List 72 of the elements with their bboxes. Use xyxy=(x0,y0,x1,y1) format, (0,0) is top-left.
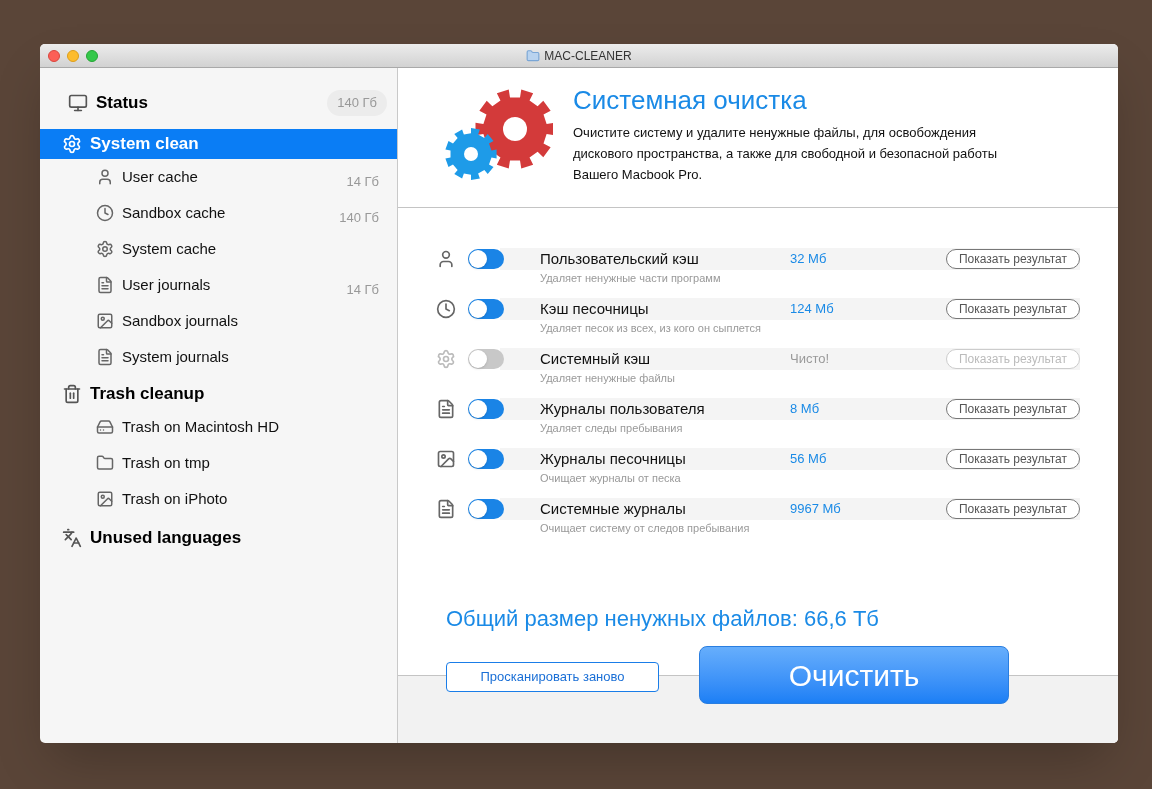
task-name: Пользовательский кэш xyxy=(540,248,700,269)
sidebar-subitem[interactable]: Trash on Macintosh HD xyxy=(40,409,397,445)
task-name: Системный кэш xyxy=(540,348,652,369)
show-result-button[interactable]: Показать результат xyxy=(945,399,1080,419)
size-label: 140 Гб xyxy=(339,209,379,228)
sidebar-item[interactable]: Trash cleanup xyxy=(40,379,397,409)
gear-icon xyxy=(436,349,456,369)
task-size: 56 Мб xyxy=(790,450,828,469)
languages-icon xyxy=(62,528,82,548)
document-icon xyxy=(436,499,456,519)
picture-icon xyxy=(96,312,114,330)
show-result-button[interactable]: Показать результат xyxy=(945,299,1080,319)
toggle-switch[interactable] xyxy=(468,299,504,319)
header-title: Системная очистка xyxy=(573,84,808,116)
toggle-switch[interactable] xyxy=(468,499,504,519)
toggle-switch[interactable] xyxy=(468,449,504,469)
total-size: Общий размер ненужных файлов: 66,6 Тб xyxy=(445,605,880,633)
show-result-button[interactable]: Показать результат xyxy=(945,249,1080,269)
task-name: Журналы пользователя xyxy=(540,398,706,419)
monitor-icon xyxy=(68,93,88,113)
sidebar-subitem[interactable]: System cache xyxy=(40,231,397,267)
folder-icon xyxy=(526,48,541,63)
task-size: 124 Мб xyxy=(790,300,835,319)
task-description: Удаляет ненужные части программ xyxy=(539,271,722,286)
size-label: 14 Гб xyxy=(346,281,379,300)
sidebar-subitem[interactable]: User journals 14 Гб xyxy=(40,267,397,303)
sidebar-subitem[interactable]: Trash on iPhoto xyxy=(40,481,397,517)
gear-icon xyxy=(62,134,82,154)
document-icon xyxy=(96,276,114,294)
show-result-button[interactable]: Показать результат xyxy=(945,449,1080,469)
task-description: Очищает систему от следов пребывания xyxy=(539,521,751,536)
rescan-button[interactable]: Просканировать заново xyxy=(446,662,659,692)
zoom-button[interactable] xyxy=(86,49,98,62)
sidebar-subitem[interactable]: Trash on tmp xyxy=(40,445,397,481)
window-title: MAC-CLEANER xyxy=(544,47,632,65)
user-icon xyxy=(436,249,456,269)
document-icon xyxy=(436,399,456,419)
size-badge: 140 Гб xyxy=(327,90,387,116)
task-description: Удаляет ненужные файлы xyxy=(539,371,676,386)
picture-icon xyxy=(436,449,456,469)
gear-icon xyxy=(96,240,114,258)
sidebar-item[interactable]: Unused languages xyxy=(40,523,397,553)
sidebar-subitem[interactable]: User cache 14 Гб xyxy=(40,159,397,195)
sidebar-item[interactable]: Status 140 Гб xyxy=(40,88,397,118)
clock-icon xyxy=(96,204,114,222)
task-size: 8 Мб xyxy=(790,400,821,419)
task-size: 32 Мб xyxy=(790,250,828,269)
task-description: Удаляет следы пребывания xyxy=(539,421,684,436)
sidebar-subitem[interactable]: Sandbox journals xyxy=(40,303,397,339)
document-icon xyxy=(96,348,114,366)
task-size: 9967 Мб xyxy=(790,500,842,519)
trash-icon xyxy=(62,384,82,404)
sidebar-item[interactable]: System clean xyxy=(40,129,397,159)
clock-icon xyxy=(436,299,456,319)
sidebar-subitem[interactable]: System journals xyxy=(40,339,397,375)
user-icon xyxy=(96,168,114,186)
close-button[interactable] xyxy=(48,49,60,62)
task-name: Кэш песочницы xyxy=(540,298,650,319)
toggle-switch[interactable] xyxy=(468,249,504,269)
drive-icon xyxy=(96,418,114,436)
task-name: Системные журналы xyxy=(540,498,687,519)
task-name: Журналы песочницы xyxy=(540,448,687,469)
folder-icon xyxy=(96,454,114,472)
size-label: 14 Гб xyxy=(346,173,379,192)
sidebar-subitem[interactable]: Sandbox cache 140 Гб xyxy=(40,195,397,231)
picture-icon xyxy=(96,490,114,508)
task-description: Очищает журналы от песка xyxy=(539,471,682,486)
toggle-switch[interactable] xyxy=(468,399,504,419)
header-description: Очистите систему и удалите ненужные файлы, для освобождения дискового пространства, а также для свободной и безопасной работы Вашего Macbook Pro. xyxy=(573,124,998,184)
task-description: Удаляет песок из всех, из кого он сыплется xyxy=(539,321,762,336)
show-result-button[interactable]: Показать результат xyxy=(945,499,1080,519)
task-size: Чисто! xyxy=(790,350,831,369)
